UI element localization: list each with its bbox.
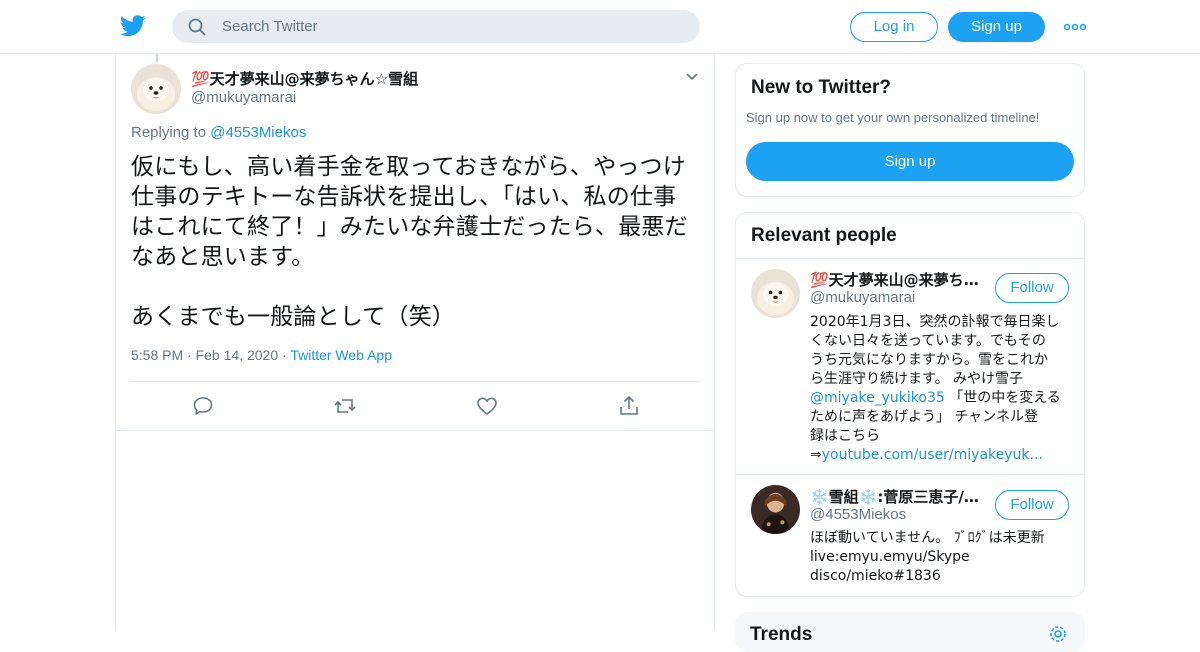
search-bar[interactable] [172,10,700,43]
replying-to-line: Replying to @4553Miekos [131,124,306,141]
person-display-name[interactable]: 💯天才夢来山@来夢ちゃん☆雪組 [810,269,980,290]
tweet-actions [116,394,716,418]
signup-button[interactable]: Sign up [948,12,1045,42]
pomeranian-avatar-image [751,269,800,318]
reply-icon[interactable] [191,394,215,418]
avatar[interactable] [751,485,800,534]
bio-text: 2020年1月3日、突然の訃報で毎日楽し くない日々を送っています。でもその う… [810,314,1060,387]
like-icon[interactable] [475,394,499,418]
follow-button[interactable]: Follow [995,490,1069,520]
divider [129,381,700,382]
signup-button[interactable]: Sign up [746,142,1074,181]
gear-icon[interactable] [1048,624,1068,644]
card-subtitle: Sign up now to get your own personalized… [746,110,1040,125]
pomeranian-avatar-image [131,64,181,114]
card-title: Trends [750,624,813,645]
person-handle[interactable]: @4553Miekos [810,506,906,523]
twitter-bird-icon[interactable] [120,14,146,38]
person-handle[interactable]: @mukuyamarai [810,289,915,306]
share-icon[interactable] [617,394,641,418]
replying-to-link[interactable]: @4553Miekos [210,124,306,141]
tweet-time[interactable]: 5:58 PM [131,347,183,363]
person-display-name[interactable]: ❄️雪組❄️:菅原三恵子/Mieko [810,486,980,507]
relevant-people-card: Relevant people 💯天才夢来山@来夢ちゃん☆雪組 @mukuyam… [735,212,1085,597]
tweet-date[interactable]: Feb 14, 2020 [196,347,279,363]
divider [736,258,1084,259]
new-to-twitter-card: New to Twitter? Sign up now to get your … [735,63,1085,197]
person-photo-avatar-image [751,485,800,534]
replying-to-prefix: Replying to [131,124,207,141]
bio-mention-link[interactable]: @miyake_yukiko35 [810,390,945,406]
bio-url-link[interactable]: youtube.com/user/miyakeyuk... [822,447,1043,463]
card-title: New to Twitter? [751,77,892,98]
avatar[interactable] [131,64,181,114]
trends-card: Trends [735,612,1085,652]
search-icon [188,18,206,36]
tweet-column: 💯天才夢来山@来夢ちゃん☆雪組 @mukuyamarai Replying to… [115,54,715,630]
avatar[interactable] [751,269,800,318]
divider [736,474,1084,475]
tweet-text: 仮にもし、高い着手金を取っておきながら、やっつけ 仕事のテキトーな告訴状を提出し… [131,154,688,330]
divider [116,430,714,431]
meta-separator: · [282,347,287,363]
author-display-name[interactable]: 💯天才夢来山@来夢ちゃん☆雪組 [191,68,418,89]
search-input[interactable] [222,10,682,43]
follow-button[interactable]: Follow [995,273,1069,303]
tweet-source[interactable]: Twitter Web App [290,347,392,363]
login-button[interactable]: Log in [850,12,938,42]
meta-separator: · [187,347,192,363]
person-bio: 2020年1月3日、突然の訃報で毎日楽し くない日々を送っています。でもその う… [810,313,1072,465]
top-navigation-bar: Log in Sign up [0,0,1200,54]
tweet-metadata: 5:58 PM · Feb 14, 2020 · Twitter Web App [131,347,392,363]
person-bio: ほぼ動いていません。 ﾌﾞﾛｸﾞは未更新 live:emyu.emyu/Skyp… [810,530,1045,584]
retweet-icon[interactable] [333,394,357,418]
card-title: Relevant people [751,225,897,246]
more-dots-icon[interactable] [1063,16,1087,38]
thread-connector-line [156,54,158,62]
chevron-down-icon[interactable] [684,70,700,82]
author-handle[interactable]: @mukuyamarai [191,89,296,106]
